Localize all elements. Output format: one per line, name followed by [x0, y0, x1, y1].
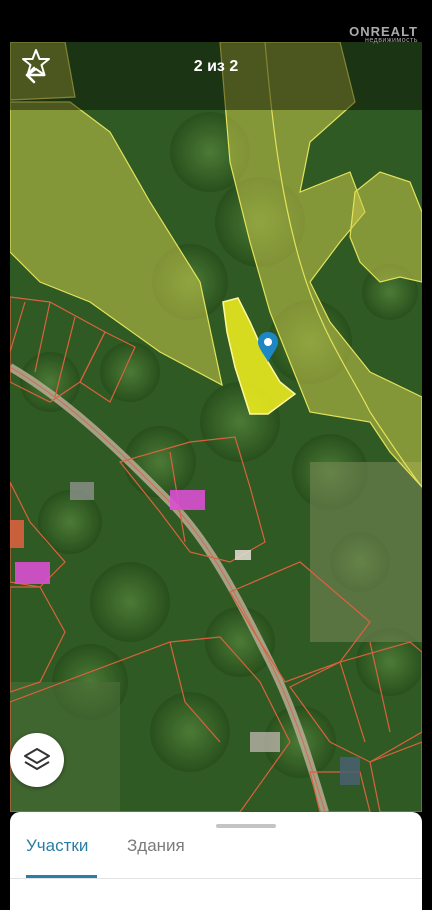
brand-watermark: ONREALT недвижимость	[349, 24, 418, 44]
tab-divider	[10, 878, 422, 879]
map-view[interactable]	[10, 42, 422, 812]
tab-buildings[interactable]: Здания	[127, 836, 185, 856]
layers-button[interactable]	[10, 733, 64, 787]
layers-icon	[24, 748, 50, 770]
tab-parcels[interactable]: Участки	[26, 836, 88, 856]
top-bar	[10, 42, 422, 110]
sheet-drag-handle[interactable]	[216, 824, 276, 828]
open-field	[310, 462, 422, 642]
page-counter-title: 2 из 2	[193, 58, 239, 75]
satellite-map[interactable]	[10, 42, 422, 812]
